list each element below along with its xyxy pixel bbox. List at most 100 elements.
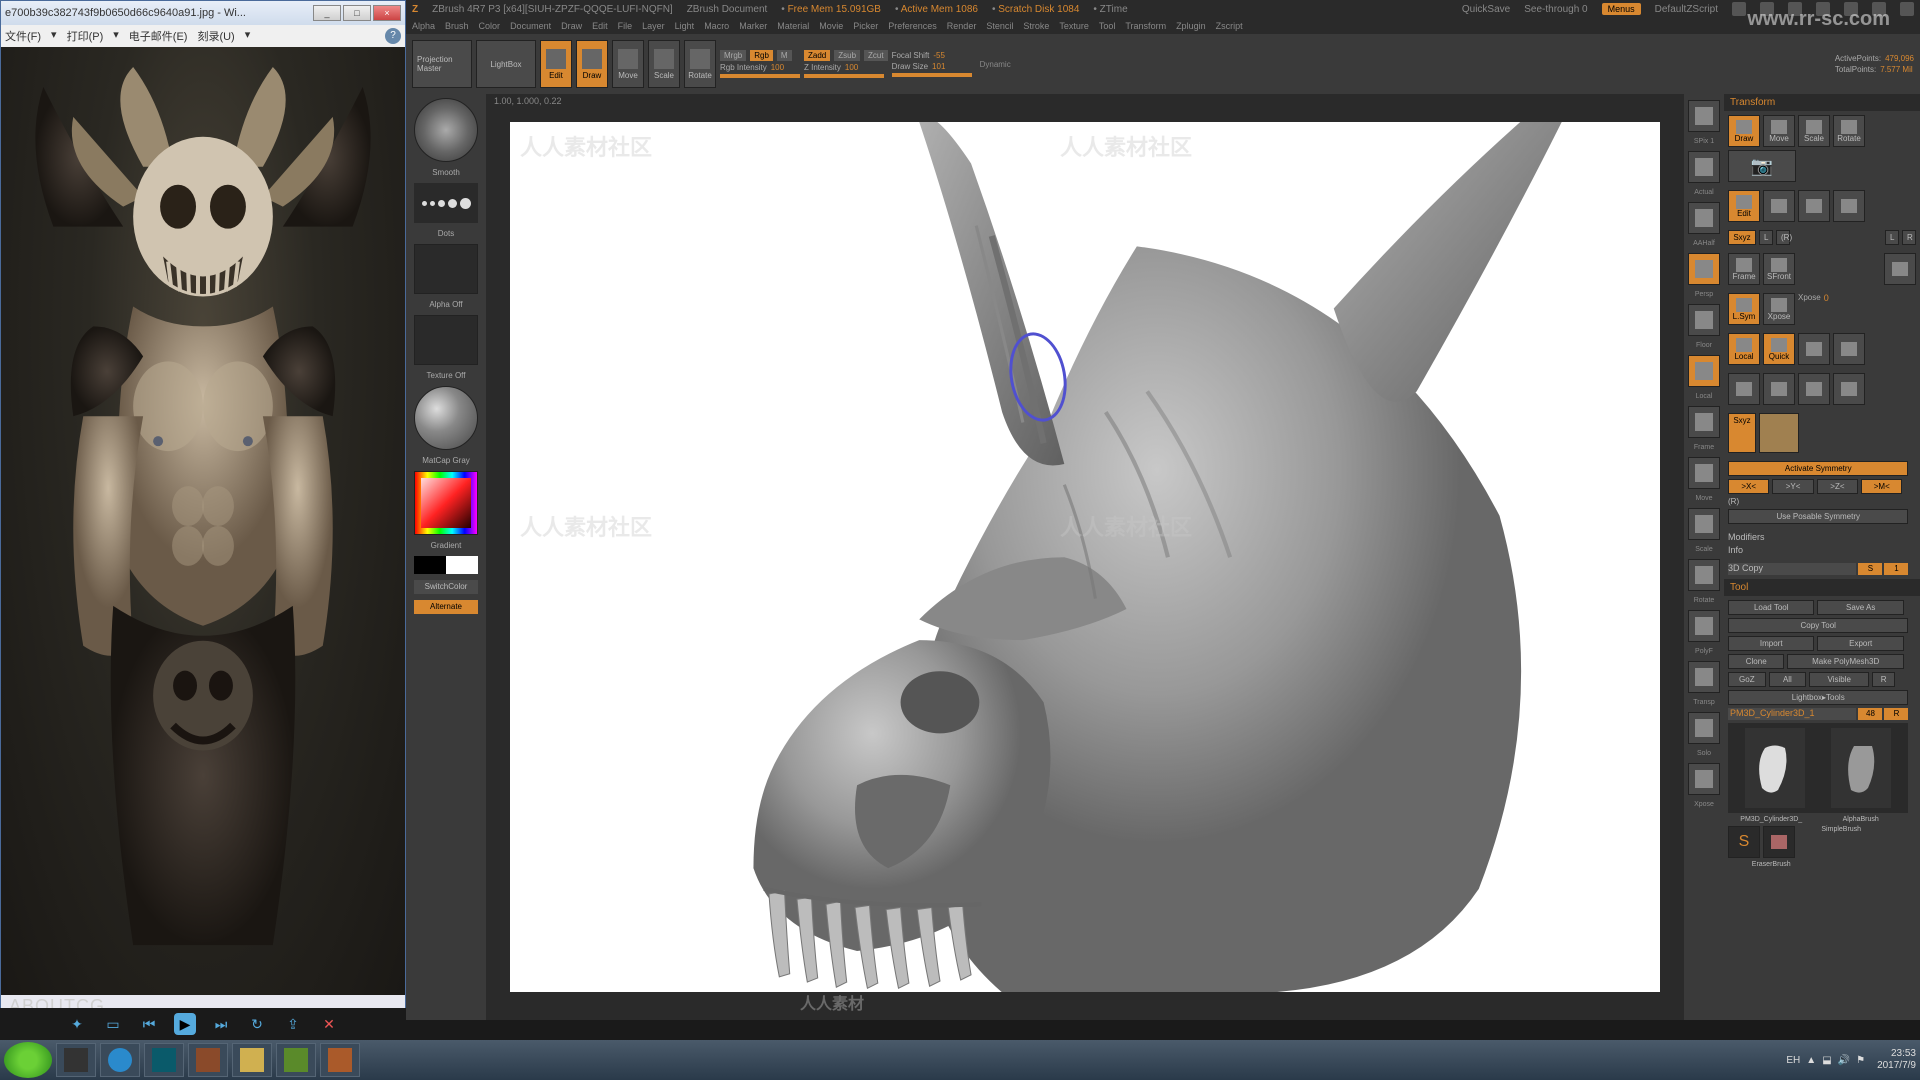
edit-button[interactable]: Edit (540, 40, 572, 88)
zb-seethrough[interactable]: See-through 0 (1524, 4, 1587, 15)
video-play-button[interactable]: ▶ (174, 1013, 196, 1035)
zsym-toggle[interactable]: >Z< (1817, 479, 1858, 494)
3d-copy-slider[interactable]: 3D Copy S 1 (1728, 563, 1908, 575)
frame-button[interactable] (1688, 406, 1720, 438)
tray-flag-icon[interactable]: ⚑ (1856, 1055, 1865, 1066)
taskbar-camtasia[interactable] (276, 1043, 316, 1077)
menu-transform[interactable]: Transform (1125, 21, 1166, 31)
transform-header[interactable]: Transform (1724, 94, 1920, 111)
inv2-button[interactable] (1833, 373, 1865, 405)
zb-wicon-4[interactable] (1816, 2, 1830, 16)
zb-canvas[interactable]: 1.00, 1.000, 0.22 (486, 94, 1684, 1020)
mrgb-toggle[interactable]: Mrgb (720, 50, 746, 61)
sxyz-toggle[interactable]: Sxyz (1728, 230, 1756, 245)
material-preview[interactable] (414, 386, 478, 450)
taskbar-explorer[interactable] (232, 1043, 272, 1077)
gradient-swatch[interactable] (414, 556, 478, 574)
goz-button[interactable]: GoZ (1728, 672, 1766, 687)
ref-menu-email[interactable]: 电子邮件(E) (129, 28, 188, 44)
video-fx-button[interactable]: ✦ (66, 1013, 88, 1035)
ref-help-icon[interactable]: ? (385, 28, 401, 44)
video-prev-button[interactable]: ⏮ (138, 1013, 160, 1035)
sfront-button[interactable]: SFront (1763, 253, 1795, 285)
zsub-toggle[interactable]: Zsub (834, 50, 860, 61)
posable-symmetry-button[interactable]: Use Posable Symmetry (1728, 509, 1908, 524)
lsym-button[interactable]: L.Sym (1728, 293, 1760, 325)
solo-button[interactable] (1688, 712, 1720, 744)
z-intensity-slider[interactable] (804, 74, 884, 78)
menu-render[interactable]: Render (947, 21, 977, 31)
t-draw-button[interactable]: Draw (1728, 115, 1760, 147)
r-goz-button[interactable]: R (1872, 672, 1895, 687)
start-button[interactable] (4, 1042, 52, 1078)
zb-maximize-button[interactable] (1872, 2, 1886, 16)
video-loop-button[interactable]: ↻ (246, 1013, 268, 1035)
local-button[interactable] (1688, 355, 1720, 387)
all-button[interactable]: All (1769, 672, 1807, 687)
rgb-toggle[interactable]: Rgb (750, 50, 773, 61)
tray-network-icon[interactable]: ⬓ (1822, 1055, 1831, 1066)
viewmove-button[interactable] (1688, 457, 1720, 489)
taskbar-app-4[interactable] (188, 1043, 228, 1077)
t-gizmo3-button[interactable] (1833, 190, 1865, 222)
modifiers-label[interactable]: Modifiers (1728, 532, 1908, 542)
matswatch[interactable] (1759, 413, 1799, 453)
clone-button[interactable]: Clone (1728, 654, 1784, 669)
tool-preview[interactable] (1728, 723, 1908, 813)
draw-size-value[interactable]: 101 (932, 62, 945, 71)
zb-menus-button[interactable]: Menus (1602, 3, 1641, 15)
t-gizmo1-button[interactable] (1763, 190, 1795, 222)
load-tool-button[interactable]: Load Tool (1728, 600, 1814, 615)
l-button[interactable]: L (1759, 230, 1773, 245)
l2-button[interactable]: L (1885, 230, 1899, 245)
ref-menu-file[interactable]: 文件(F) (5, 28, 41, 44)
r2-button[interactable]: R (1902, 230, 1916, 245)
viewscale-button[interactable] (1688, 508, 1720, 540)
t-rotate-button[interactable]: Rotate (1833, 115, 1865, 147)
zb-document[interactable] (510, 122, 1660, 992)
bpr-button[interactable] (1688, 100, 1720, 132)
pm3d-slider[interactable]: PM3D_Cylinder3D_1 48 R (1728, 708, 1908, 720)
local-r-button[interactable]: Local (1728, 333, 1760, 365)
menu-layer[interactable]: Layer (642, 21, 665, 31)
brush-preview[interactable] (414, 98, 478, 162)
draw-size-slider[interactable] (892, 73, 972, 77)
texture-preview[interactable] (414, 315, 478, 365)
zb-defaultscript[interactable]: DefaultZScript (1655, 4, 1718, 15)
pt-button[interactable] (1798, 333, 1830, 365)
export-button[interactable]: Export (1817, 636, 1903, 651)
menu-picker[interactable]: Picker (853, 21, 878, 31)
ref-close-button[interactable]: × (373, 5, 401, 21)
zb-wicon-3[interactable] (1788, 2, 1802, 16)
switchcolor-button[interactable]: SwitchColor (414, 580, 478, 594)
copy-tool-button[interactable]: Copy Tool (1728, 618, 1908, 633)
alpha-preview[interactable] (414, 244, 478, 294)
projection-master-button[interactable]: Projection Master (412, 40, 472, 88)
menu-texture[interactable]: Texture (1059, 21, 1089, 31)
tool-header[interactable]: Tool (1724, 579, 1920, 596)
menu-stroke[interactable]: Stroke (1023, 21, 1049, 31)
t-move-button[interactable]: Move (1763, 115, 1795, 147)
visible-button[interactable]: Visible (1809, 672, 1869, 687)
menu-file[interactable]: File (618, 21, 633, 31)
taskbar-clock[interactable]: 23:53 2017/7/9 (1877, 1048, 1916, 1072)
menu-draw[interactable]: Draw (561, 21, 582, 31)
menu-stencil[interactable]: Stencil (986, 21, 1013, 31)
lsym2-button[interactable] (1884, 253, 1916, 285)
menu-marker[interactable]: Marker (739, 21, 767, 31)
simplebrush-thumb[interactable]: S (1728, 826, 1760, 858)
transp-button[interactable] (1688, 661, 1720, 693)
viewrotate-button[interactable] (1688, 559, 1720, 591)
zb-wicon-1[interactable] (1732, 2, 1746, 16)
zb-minimize-button[interactable] (1844, 2, 1858, 16)
menu-color[interactable]: Color (479, 21, 501, 31)
snapshot-button[interactable]: 📷 (1728, 150, 1796, 182)
ref-titlebar[interactable]: e700b39c382743f9b0650d66c9640a91.jpg - W… (1, 1, 405, 25)
draw-button[interactable]: Draw (576, 40, 608, 88)
lightbox-button[interactable]: LightBox (476, 40, 536, 88)
t-edit-button[interactable]: Edit (1728, 190, 1760, 222)
zcut-toggle[interactable]: Zcut (864, 50, 888, 61)
menu-movie[interactable]: Movie (819, 21, 843, 31)
ysym-toggle[interactable]: >Y< (1772, 479, 1813, 494)
menu-zscript[interactable]: Zscript (1216, 21, 1243, 31)
